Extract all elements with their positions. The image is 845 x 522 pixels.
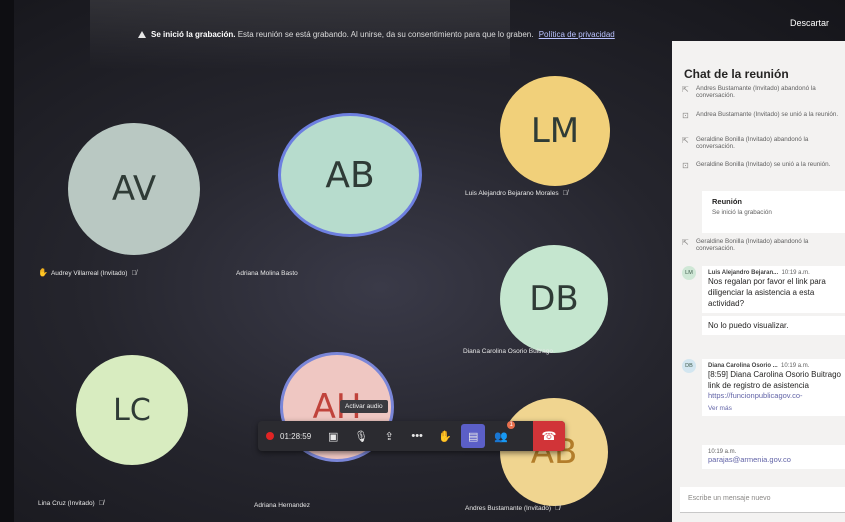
leave-icon: ⇱ xyxy=(682,85,689,94)
avatar: DB xyxy=(682,359,696,373)
message-email-link[interactable]: parajas@armenia.gov.co xyxy=(708,455,841,465)
share-screen-button[interactable]: ⇪ xyxy=(377,424,401,448)
message-bubble[interactable]: Diana Carolina Osorio ... 10:19 a.m. [8:… xyxy=(702,359,845,416)
chat-panel: Chat de la reunión ⇱ Andres Bustamante (… xyxy=(672,41,845,522)
meeting-card-title: Reunión xyxy=(712,197,742,206)
microphone-button[interactable]: 🎙 xyxy=(349,424,373,448)
screen-bezel xyxy=(0,0,14,522)
participants-icon: 👥 xyxy=(494,430,508,443)
hang-up-button[interactable]: ☎ xyxy=(533,421,565,451)
more-options-button[interactable]: ••• xyxy=(405,424,429,448)
dismiss-button[interactable]: Descartar xyxy=(790,18,829,28)
meeting-control-bar: 01:28:59 ▣ 🎙 ⇪ ••• ✋ ▤ 👥 1 ☎ xyxy=(258,421,565,451)
message-bubble[interactable]: 10:19 a.m. parajas@armenia.gov.co xyxy=(702,445,845,469)
mic-off-icon: 🎙̸ xyxy=(562,190,568,197)
raise-hand-button[interactable]: ✋ xyxy=(433,424,457,448)
participants-button[interactable]: 👥 1 xyxy=(489,421,516,448)
privacy-policy-link[interactable]: Política de privacidad xyxy=(539,30,615,39)
participant-name: Andres Bustamante (Invitado) 🎙̸ xyxy=(465,505,561,512)
chat-event: ⇱ Andres Bustamante (Invitado) abandonó … xyxy=(682,85,816,99)
chat-compose-input[interactable]: Escribe un mensaje nuevo xyxy=(680,487,845,513)
message-bubble[interactable]: No lo puedo visualizar. xyxy=(702,316,845,335)
raised-hand-icon: ✋ xyxy=(38,268,48,277)
camera-off-icon: ▣ xyxy=(327,430,339,443)
avatar-ab: AB xyxy=(278,113,422,237)
chat-message: DB Diana Carolina Osorio ... 10:19 a.m. … xyxy=(682,359,845,416)
message-text: Nos regalan por favor el link para dilig… xyxy=(708,277,826,308)
more-icon: ••• xyxy=(411,430,423,442)
chat-icon: ▤ xyxy=(467,430,479,443)
join-icon: ⊡ xyxy=(682,161,689,170)
meeting-stage: Se inició la grabación. Esta reunión se … xyxy=(0,0,845,522)
recording-banner: Se inició la grabación. Esta reunión se … xyxy=(138,30,615,39)
participant-name: Luis Alejandro Bejarano Morales 🎙̸ xyxy=(465,190,568,197)
join-icon: ⊡ xyxy=(682,111,689,120)
notification-badge: 1 xyxy=(507,421,516,429)
participant-name: Lina Cruz (Invitado) 🎙̸ xyxy=(38,500,104,507)
meeting-card-subtitle: Se inició la grabación xyxy=(712,209,772,216)
see-more-link[interactable]: Ver más xyxy=(708,405,841,412)
avatar-lm: LM xyxy=(500,76,610,186)
camera-off-button[interactable]: ▣ xyxy=(321,424,345,448)
hand-icon: ✋ xyxy=(438,430,452,443)
mic-off-icon: 🎙̸ xyxy=(98,500,104,507)
recording-banner-text: Esta reunión se está grabando. Al unirse… xyxy=(237,30,534,39)
leave-icon: ⇱ xyxy=(682,136,689,145)
recording-timer: 01:28:59 xyxy=(258,432,319,441)
avatar: LM xyxy=(682,266,696,280)
share-screen-icon: ⇪ xyxy=(384,430,394,443)
chat-event: ⇱ Geraldine Bonilla (Invitado) abandonó … xyxy=(682,238,809,252)
avatar-lc: LC xyxy=(76,355,188,465)
recording-dot-icon xyxy=(266,432,274,440)
chat-message: LM Luis Alejandro Bejaran... 10:19 a.m. … xyxy=(682,266,845,335)
chat-message: 10:19 a.m. parajas@armenia.gov.co xyxy=(682,445,845,469)
message-link[interactable]: https://funcionpublicagov.co- xyxy=(708,391,841,401)
message-text: link de registro de asistencia xyxy=(708,381,809,390)
phone-hangup-icon: ☎ xyxy=(541,429,557,443)
participant-name: ✋ Audrey Villarreal (Invitado) 🎙̸ xyxy=(38,268,137,277)
chat-title: Chat de la reunión xyxy=(684,67,789,81)
chat-event: ⊡ Andrea Bustamante (Invitado) se unió a… xyxy=(682,111,839,120)
message-bubble[interactable]: Luis Alejandro Bejaran... 10:19 a.m. Nos… xyxy=(702,266,845,313)
participant-name: Adriana Hernandez xyxy=(254,502,311,509)
mic-off-icon: 🎙̸ xyxy=(131,270,137,277)
meeting-card[interactable]: Reunión Se inició la grabación xyxy=(702,191,845,233)
recording-banner-title: Se inició la grabación. xyxy=(151,30,236,39)
warning-icon xyxy=(138,31,146,38)
leave-icon: ⇱ xyxy=(682,238,689,247)
avatar-ab-2: AB xyxy=(500,398,608,506)
participant-name: Adriana Molina Basto xyxy=(236,270,298,277)
chat-event: ⊡ Geraldine Bonilla (Invitado) se unió a… xyxy=(682,161,831,170)
message-text: No lo puedo visualizar. xyxy=(708,321,789,330)
chat-event: ⇱ Geraldine Bonilla (Invitado) abandonó … xyxy=(682,136,809,150)
participant-name: Diana Carolina Osorio Buitrago xyxy=(463,348,553,355)
mic-off-icon: 🎙 xyxy=(354,430,369,443)
meeting-timer: 01:28:59 xyxy=(280,431,312,441)
message-text: [8:59] Diana Carolina Osorio Buitrago xyxy=(708,370,841,379)
mic-off-icon: 🎙̸ xyxy=(555,505,561,512)
unmute-tooltip: Activar audio xyxy=(340,400,388,413)
avatar-av: AV xyxy=(68,123,200,255)
chat-button[interactable]: ▤ xyxy=(461,424,486,448)
avatar-db: DB xyxy=(500,245,608,353)
